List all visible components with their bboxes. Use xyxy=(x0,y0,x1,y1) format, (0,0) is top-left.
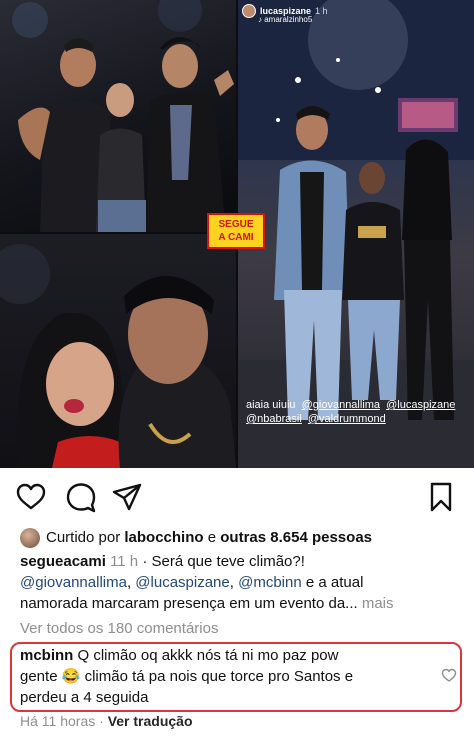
mention-mcbinn-caption[interactable]: @mcbinn xyxy=(238,574,302,591)
story-mentions: aiaia uiuiu @giovannallima @lucaspizane … xyxy=(246,398,471,426)
heart-icon xyxy=(16,483,46,510)
story-avatar[interactable] xyxy=(242,4,256,18)
post-image[interactable]: lucaspizane 1 h ♪ amaralzinho5 aiaia uiu… xyxy=(0,0,474,468)
post-action-bar xyxy=(0,480,474,516)
mention-valdrummond[interactable]: @valdrummond xyxy=(308,412,386,426)
comment-text-2b: climão tá pa nois que torce pro Santos e xyxy=(84,668,354,685)
save-button[interactable] xyxy=(424,480,458,514)
comment-footer: Há 11 horas · Ver tradução xyxy=(20,711,193,731)
like-button[interactable] xyxy=(14,480,48,514)
share-button[interactable] xyxy=(110,480,144,514)
mention-giovannallima-caption[interactable]: @giovannallima xyxy=(20,574,127,591)
mention-lucaspizane-caption[interactable]: @lucaspizane xyxy=(135,574,229,591)
comment-timestamp: Há 11 horas xyxy=(20,713,96,729)
comment-line-1: mcbinn Q climão oq akkk nós tá ni mo paz… xyxy=(20,646,338,666)
segue-a-cami-logo: SEGUE A CAMI xyxy=(207,213,265,249)
post-time: 11 h xyxy=(110,553,139,570)
footer-separator: · xyxy=(99,713,104,729)
comment-author[interactable]: mcbinn xyxy=(20,647,73,664)
comment-button[interactable] xyxy=(64,480,98,514)
mention-lucaspizane[interactable]: @lucaspizane xyxy=(386,398,455,412)
view-all-comments[interactable]: Ver todos os 180 comentários xyxy=(20,619,218,639)
comment-icon xyxy=(66,483,96,513)
comment-text-3: perdeu a 4 seguida xyxy=(20,689,149,706)
story-time: 1 h xyxy=(315,6,328,16)
comment-line-3: perdeu a 4 seguida xyxy=(20,688,148,708)
share-icon xyxy=(112,483,142,511)
laughing-emoji: 😂 xyxy=(61,668,81,685)
caption-line-3: namorada marcaram presença em um evento … xyxy=(20,594,394,614)
caption-text-1: · Será que teve climão?! xyxy=(142,553,305,570)
photo-three-men xyxy=(0,0,236,232)
liker-avatar[interactable] xyxy=(20,528,40,548)
comment-text-1: Q climão oq akkk nós tá ni mo paz pow xyxy=(77,647,339,664)
caption-line-2: @giovannallima, @lucaspizane, @mcbinn e … xyxy=(20,574,364,591)
bookmark-icon xyxy=(430,482,452,512)
mention-text: aiaia uiuiu xyxy=(246,399,296,411)
story-music: ♪ amaralzinho5 xyxy=(258,15,313,24)
translate-link[interactable]: Ver tradução xyxy=(108,713,193,729)
likes-prefix: Curtido por xyxy=(46,529,121,546)
liker-username[interactable]: labocchino xyxy=(124,529,203,546)
mention-nbabrasil[interactable]: @nbabrasil xyxy=(246,412,302,426)
small-heart-icon xyxy=(441,668,457,682)
caption-line-1: segueacami 11 h · Será que teve climão?! xyxy=(20,552,305,572)
likes-connector: e xyxy=(207,529,217,546)
caption-text-2: e a atual xyxy=(305,574,364,591)
likes-others[interactable]: outras 8.654 pessoas xyxy=(220,529,372,546)
comment-text-2a: gente xyxy=(20,668,58,685)
photo-selfie xyxy=(0,234,236,468)
post-author[interactable]: segueacami xyxy=(20,553,106,570)
comment-like-button[interactable] xyxy=(441,667,457,683)
caption-more-link[interactable]: mais xyxy=(362,595,394,612)
caption-text-3: namorada marcaram presença em um evento … xyxy=(20,595,358,612)
photo-selfie-figures xyxy=(0,244,236,468)
photo-figures xyxy=(12,0,234,232)
mention-giovannallima[interactable]: @giovannallima xyxy=(302,398,380,412)
likes-summary: Curtido por labocchino e outras 8.654 pe… xyxy=(20,528,372,548)
comment-line-2: gente 😂 climão tá pa nois que torce pro … xyxy=(20,667,353,687)
